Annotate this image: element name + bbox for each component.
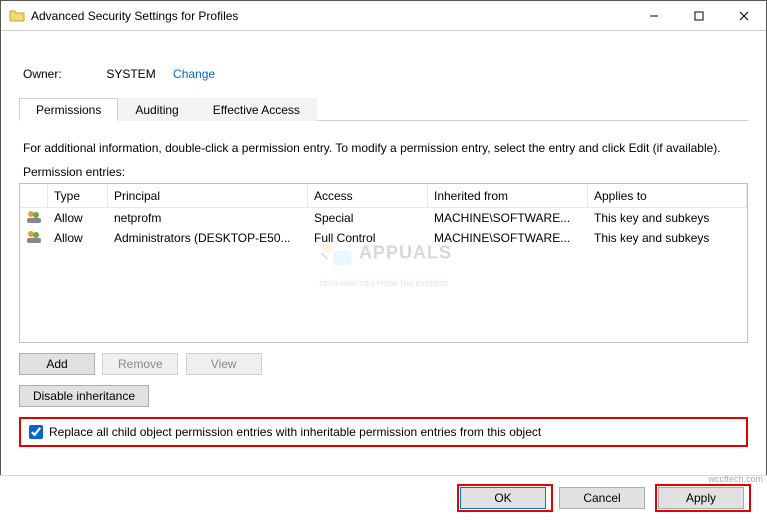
minimize-button[interactable] (631, 1, 676, 30)
row-buttons: Add Remove View (19, 353, 748, 375)
table-row[interactable]: Allow Administrators (DESKTOP-E50... Ful… (20, 228, 747, 248)
cell-inherited: MACHINE\SOFTWARE... (428, 211, 588, 225)
user-group-icon (26, 209, 42, 225)
replace-entries-label: Replace all child object permission entr… (49, 425, 541, 439)
cell-applies: This key and subkeys (588, 211, 747, 225)
col-principal[interactable]: Principal (108, 184, 308, 207)
tab-strip: Permissions Auditing Effective Access (19, 97, 748, 121)
cell-type: Allow (48, 231, 108, 245)
cell-inherited: MACHINE\SOFTWARE... (428, 231, 588, 245)
col-applies[interactable]: Applies to (588, 184, 747, 207)
tab-permissions[interactable]: Permissions (19, 98, 118, 121)
col-inherited[interactable]: Inherited from (428, 184, 588, 207)
titlebar: Advanced Security Settings for Profiles (1, 1, 766, 31)
apply-highlight: Apply (655, 484, 751, 512)
info-text: For additional information, double-click… (23, 141, 744, 155)
permissions-grid[interactable]: Type Principal Access Inherited from App… (19, 183, 748, 343)
tab-auditing[interactable]: Auditing (118, 98, 195, 121)
entries-label: Permission entries: (23, 165, 744, 179)
grid-header[interactable]: Type Principal Access Inherited from App… (20, 184, 747, 208)
ok-button[interactable]: OK (460, 487, 546, 509)
close-button[interactable] (721, 1, 766, 30)
col-type[interactable]: Type (48, 184, 108, 207)
cell-access: Special (308, 211, 428, 225)
maximize-button[interactable] (676, 1, 721, 30)
view-button: View (186, 353, 262, 375)
folder-icon (9, 8, 25, 24)
cell-applies: This key and subkeys (588, 231, 747, 245)
remove-button: Remove (102, 353, 178, 375)
cell-access: Full Control (308, 231, 428, 245)
ok-highlight: OK (457, 484, 553, 512)
cell-principal: Administrators (DESKTOP-E50... (108, 231, 308, 245)
user-group-icon (26, 229, 42, 245)
source-watermark: wccftech.com (708, 474, 763, 484)
cell-principal: netprofm (108, 211, 308, 225)
replace-entries-checkbox[interactable] (29, 425, 43, 439)
cancel-button[interactable]: Cancel (559, 487, 645, 509)
col-access[interactable]: Access (308, 184, 428, 207)
change-owner-link[interactable]: Change (173, 67, 215, 81)
owner-row: Owner: SYSTEM Change (23, 67, 748, 81)
owner-label: Owner: (23, 67, 103, 81)
tab-effective-access[interactable]: Effective Access (196, 98, 317, 121)
table-row[interactable]: Allow netprofm Special MACHINE\SOFTWARE.… (20, 208, 747, 228)
owner-value: SYSTEM (106, 67, 155, 81)
cell-type: Allow (48, 211, 108, 225)
disable-inheritance-button[interactable]: Disable inheritance (19, 385, 149, 407)
replace-entries-row[interactable]: Replace all child object permission entr… (19, 417, 748, 447)
dialog-footer: OK Cancel Apply (0, 475, 767, 520)
window-title: Advanced Security Settings for Profiles (31, 9, 631, 23)
apply-button[interactable]: Apply (658, 487, 744, 509)
add-button[interactable]: Add (19, 353, 95, 375)
